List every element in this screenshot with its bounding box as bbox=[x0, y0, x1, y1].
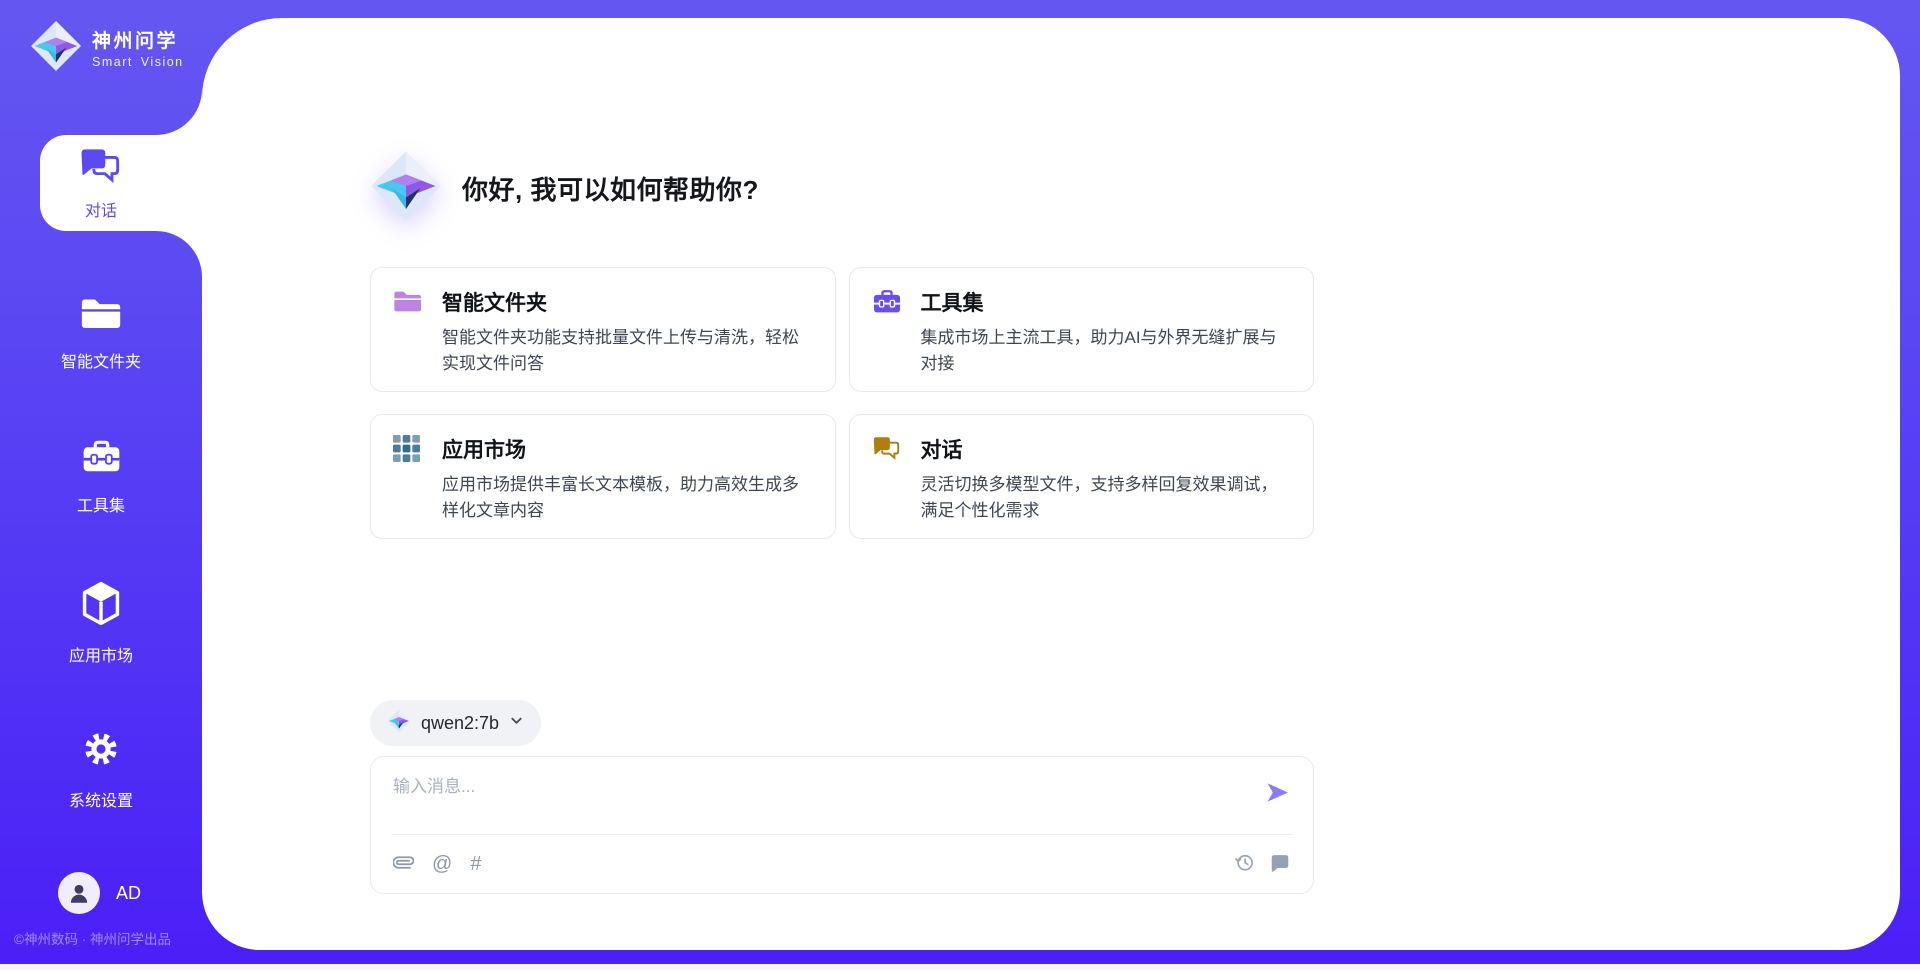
tab-flare-top bbox=[156, 89, 202, 135]
brand-name: 神州问学 bbox=[92, 31, 178, 52]
greeting: 你好, 我可以如何帮助你? bbox=[370, 150, 1314, 227]
gear-icon bbox=[79, 758, 123, 775]
card-description: 集成市场上主流工具，助力AI与外界无缝扩展与对接 bbox=[921, 325, 1292, 377]
chat-icon bbox=[872, 435, 902, 519]
sidebar: 神州问学 Smart Vision 对话 智能文件夹 bbox=[0, 0, 202, 970]
sidebar-item-label: 工具集 bbox=[0, 492, 202, 516]
card-title: 智能文件夹 bbox=[442, 287, 813, 317]
sidebar-item-chat[interactable]: 对话 bbox=[40, 135, 202, 231]
assistant-logo-icon bbox=[370, 150, 442, 227]
toolbox-icon bbox=[872, 288, 902, 372]
brand-subtitle: Smart Vision bbox=[92, 55, 184, 69]
card-toolset[interactable]: 工具集 集成市场上主流工具，助力AI与外界无缝扩展与对接 bbox=[849, 267, 1315, 392]
card-smart-folders[interactable]: 智能文件夹 智能文件夹功能支持批量文件上传与清洗，轻松实现文件问答 bbox=[370, 267, 836, 392]
model-logo-icon bbox=[387, 709, 411, 738]
chevron-down-icon bbox=[509, 713, 524, 733]
send-button[interactable] bbox=[1264, 780, 1291, 808]
app-root: 神州问学 Smart Vision 对话 智能文件夹 bbox=[0, 0, 1920, 970]
tab-flare-bottom bbox=[156, 231, 202, 277]
card-app-market[interactable]: 应用市场 应用市场提供丰富长文本模板，助力高效生成多样化文章内容 bbox=[370, 414, 836, 539]
card-title: 工具集 bbox=[921, 287, 1292, 317]
sidebar-item-settings[interactable]: 系统设置 bbox=[0, 727, 202, 811]
history-icon bbox=[1234, 852, 1255, 877]
conversation-button[interactable] bbox=[1269, 852, 1291, 877]
sidebar-item-apps[interactable]: 应用市场 bbox=[0, 581, 202, 666]
paperclip-icon bbox=[393, 852, 414, 877]
model-selector[interactable]: qwen2:7b bbox=[370, 700, 541, 746]
sidebar-item-tools[interactable]: 工具集 bbox=[0, 438, 202, 516]
mention-button[interactable]: @ bbox=[432, 854, 452, 874]
hash-icon: # bbox=[470, 854, 481, 874]
horizontal-scrollbar[interactable] bbox=[0, 964, 1920, 970]
main-content: 你好, 我可以如何帮助你? 智能文件夹 智能文件夹功能支持批量文件上传与清洗，轻… bbox=[370, 0, 1314, 894]
sidebar-item-label: 对话 bbox=[85, 197, 117, 221]
card-description: 智能文件夹功能支持批量文件上传与清洗，轻松实现文件问答 bbox=[442, 325, 813, 377]
model-name: qwen2:7b bbox=[421, 713, 499, 734]
chat-bubble-icon bbox=[1269, 852, 1291, 877]
message-composer: @ # bbox=[370, 756, 1314, 894]
folder-icon bbox=[80, 319, 123, 336]
brand-logo-icon bbox=[30, 20, 82, 77]
send-icon bbox=[1264, 793, 1291, 808]
toolbox-icon bbox=[81, 463, 122, 480]
card-description: 应用市场提供丰富长文本模板，助力高效生成多样化文章内容 bbox=[442, 472, 813, 524]
user-name: AD bbox=[116, 883, 141, 904]
feature-cards: 智能文件夹 智能文件夹功能支持批量文件上传与清洗，轻松实现文件问答 工具集 bbox=[370, 267, 1314, 539]
card-description: 灵活切换多模型文件，支持多样回复效果调试，满足个性化需求 bbox=[921, 472, 1292, 524]
folder-icon bbox=[393, 288, 423, 372]
avatar bbox=[58, 872, 100, 914]
cube-icon bbox=[80, 613, 122, 630]
message-input[interactable] bbox=[393, 772, 1252, 828]
brand: 神州问学 Smart Vision bbox=[30, 20, 202, 77]
topic-button[interactable]: # bbox=[470, 854, 481, 874]
sidebar-item-folders[interactable]: 智能文件夹 bbox=[0, 294, 202, 372]
attach-file-button[interactable] bbox=[393, 852, 414, 877]
grid-icon bbox=[393, 435, 423, 519]
at-icon: @ bbox=[432, 854, 452, 874]
user-profile[interactable]: AD bbox=[58, 872, 141, 914]
card-title: 应用市场 bbox=[442, 434, 813, 464]
chat-icon bbox=[79, 146, 123, 191]
copyright-text: ©神州数码 · 神州问学出品 bbox=[14, 928, 171, 948]
sidebar-item-label: 系统设置 bbox=[0, 787, 202, 811]
history-button[interactable] bbox=[1234, 852, 1255, 877]
sidebar-item-label: 应用市场 bbox=[0, 642, 202, 666]
greeting-title: 你好, 我可以如何帮助你? bbox=[462, 170, 759, 207]
card-title: 对话 bbox=[921, 434, 1292, 464]
card-chat[interactable]: 对话 灵活切换多模型文件，支持多样回复效果调试，满足个性化需求 bbox=[849, 414, 1315, 539]
sidebar-item-label: 智能文件夹 bbox=[0, 348, 202, 372]
